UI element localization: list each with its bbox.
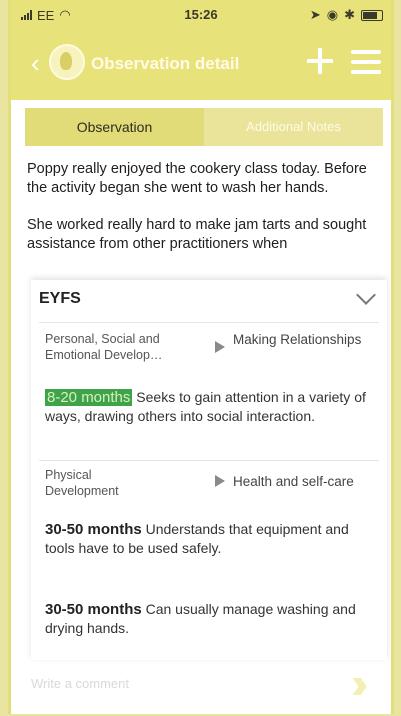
eyfs-aspect: Health and self-care	[233, 474, 354, 489]
age-band: 30-50 months	[45, 521, 142, 538]
age-band: 30-50 months	[45, 601, 142, 618]
phone-screen: EE ◠ 15:26 ➤ ◉ ✱ ‹ Observation detail Ob…	[8, 0, 394, 714]
eyfs-area: Personal, Social and Emotional Develop…	[45, 332, 163, 362]
bluetooth-icon: ✱	[344, 7, 355, 22]
eyfs-statement: 30-50 months Understands that equipment …	[45, 520, 375, 557]
location-icon: ➤	[309, 7, 321, 22]
eyfs-area-row: Physical Development Health and self-car…	[39, 460, 379, 501]
arrow-right-icon	[215, 475, 225, 487]
nav-bar: ‹ Observation detail	[11, 30, 391, 100]
observation-paragraph: Poppy really enjoyed the cookery class t…	[27, 161, 367, 196]
age-band-highlighted: 8-20 months	[45, 389, 133, 406]
tab-observation[interactable]: Observation	[25, 108, 204, 146]
battery-icon	[361, 9, 383, 21]
comment-input[interactable]: Write a comment	[31, 676, 331, 691]
observation-paragraph: She worked really hard to make jam tarts…	[27, 217, 367, 252]
eyfs-heading: EYFS	[39, 290, 81, 307]
eyfs-panel: EYFS Personal, Social and Emotional Deve…	[31, 280, 387, 660]
eyfs-statement: 30-50 months Can usually manage washing …	[45, 600, 375, 637]
page-title: Observation detail	[91, 54, 240, 73]
alarm-icon: ◉	[326, 7, 339, 22]
send-icon[interactable]: ››	[351, 660, 391, 708]
tab-bar: Observation Additional Notes	[25, 108, 383, 146]
chevron-down-icon[interactable]	[356, 285, 376, 305]
eyfs-statement: 8-20 months Seeks to gain attention in a…	[45, 388, 375, 425]
eyfs-area: Physical Development	[45, 468, 119, 498]
observation-text: Poppy really enjoyed the cookery class t…	[27, 160, 383, 270]
status-right: ➤ ◉ ✱	[310, 7, 383, 23]
eyfs-area-row: Personal, Social and Emotional Develop… …	[39, 322, 379, 373]
status-bar: EE ◠ 15:26 ➤ ◉ ✱	[11, 0, 391, 30]
arrow-right-icon	[215, 341, 225, 353]
tab-additional-notes[interactable]: Additional Notes	[204, 108, 383, 146]
eyfs-aspect: Making Relationships	[233, 332, 362, 347]
menu-icon[interactable]	[351, 50, 381, 74]
logo-icon	[49, 44, 85, 80]
plus-icon[interactable]	[307, 48, 333, 74]
